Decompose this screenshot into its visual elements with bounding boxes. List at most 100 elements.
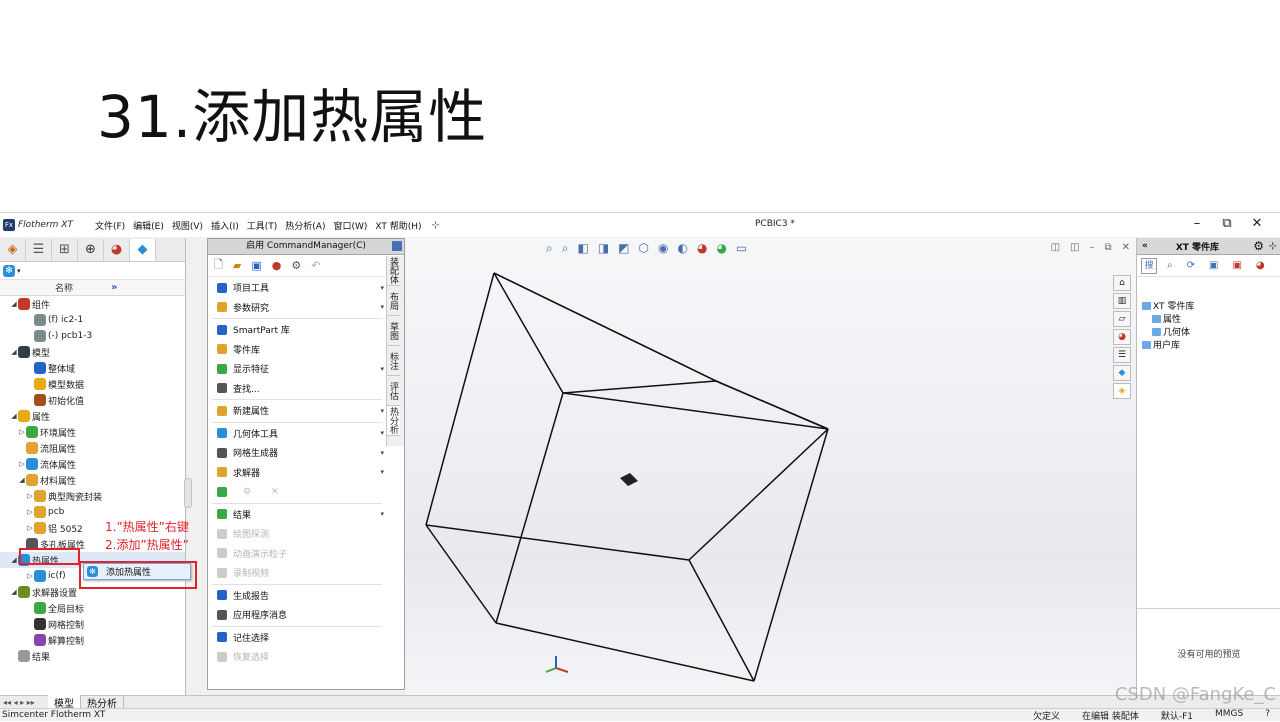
- library-search-icon[interactable]: ⌕: [1167, 260, 1173, 271]
- menu-thermal[interactable]: 热分析(A): [285, 219, 325, 232]
- command-item[interactable]: 网格生成器 ▾: [208, 443, 386, 463]
- command-item[interactable]: 新建属性 ▾: [208, 401, 386, 421]
- tree-row[interactable]: (f) ic2-1: [0, 312, 185, 328]
- library-refresh-icon[interactable]: ⟳: [1187, 260, 1195, 271]
- expand-toggle-icon[interactable]: ▷: [18, 460, 26, 468]
- dimxpert-tab-icon[interactable]: ⊕: [78, 238, 104, 261]
- library-add-icon[interactable]: ▣: [1209, 260, 1218, 271]
- undo-icon[interactable]: ↶: [311, 259, 320, 272]
- traffic-light-icon[interactable]: ●: [272, 259, 282, 272]
- library-settings-gear-icon[interactable]: ⚙: [1253, 239, 1264, 253]
- close-button[interactable]: ✕: [1242, 216, 1272, 231]
- command-item[interactable]: 查找...: [208, 379, 386, 399]
- tree-row[interactable]: 结果: [0, 648, 185, 664]
- tree-row[interactable]: ▷ 流体属性: [0, 456, 185, 472]
- command-item[interactable]: 参数研究 ▾: [208, 298, 386, 318]
- menu-edit[interactable]: 编辑(E): [133, 219, 164, 232]
- thermal-filter-icon[interactable]: ✻: [3, 264, 15, 277]
- pin-icon[interactable]: ⊹: [432, 220, 440, 231]
- property-manager-tab-icon[interactable]: ☰: [26, 238, 52, 261]
- command-item[interactable]: SmartPart 库: [208, 320, 386, 340]
- tree-row[interactable]: ▷ 环境属性: [0, 424, 185, 440]
- expand-toggle-icon[interactable]: ▷: [18, 428, 26, 436]
- design-library-icon[interactable]: ▥: [1113, 293, 1131, 309]
- tree-row[interactable]: 流阻属性: [0, 440, 185, 456]
- command-item[interactable]: 显示特征 ▾: [208, 359, 386, 379]
- tab-scroll-arrows[interactable]: ◂◂ ◂ ▸ ▸▸: [3, 698, 48, 707]
- custom-properties-icon[interactable]: ☰: [1113, 347, 1131, 363]
- tree-row[interactable]: 初始化值: [0, 392, 185, 408]
- expand-toggle-icon[interactable]: ▷: [26, 572, 34, 580]
- display-manager-tab-icon[interactable]: ◕: [104, 238, 130, 261]
- flotherm-library-icon[interactable]: ◆: [1113, 365, 1131, 381]
- library-tree-node[interactable]: 用户库: [1142, 338, 1280, 351]
- pin-icon[interactable]: [392, 241, 402, 251]
- flotherm-tab-icon[interactable]: ◆: [130, 238, 156, 261]
- view-palette-icon[interactable]: ◕: [1113, 329, 1131, 345]
- expand-toggle-icon[interactable]: ◢: [10, 348, 18, 356]
- panel-splitter-handle[interactable]: [184, 478, 192, 508]
- tree-row[interactable]: 网格控制: [0, 616, 185, 632]
- expand-columns-icon[interactable]: »: [111, 282, 117, 293]
- open-folder-icon[interactable]: ▰: [233, 259, 241, 272]
- library-tree-node[interactable]: 几何体: [1142, 325, 1280, 338]
- menu-help[interactable]: XT 帮助(H): [375, 219, 421, 232]
- restore-button[interactable]: ⧉: [1212, 216, 1242, 231]
- graphics-viewport[interactable]: ⌕ ⌕ ◧ ◨ ◩ ⬡ ◉ ◐ ◕ ◕ ▭ ◫ ◫ – ⧉ ✕: [406, 238, 1136, 696]
- library-tree-node[interactable]: XT 零件库: [1142, 299, 1280, 312]
- tree-row[interactable]: 解算控制: [0, 632, 185, 648]
- submenu-arrow-icon[interactable]: ▾: [380, 407, 384, 415]
- menu-file[interactable]: 文件(F): [95, 219, 125, 232]
- config-manager-tab-icon[interactable]: ⊞: [52, 238, 78, 261]
- tree-row[interactable]: 模型数据: [0, 376, 185, 392]
- library-search-button[interactable]: 搜: [1141, 257, 1157, 274]
- expand-toggle-icon[interactable]: ◢: [10, 300, 18, 308]
- solver-cancel-icon[interactable]: ✕: [271, 487, 279, 497]
- tree-row[interactable]: 整体域: [0, 360, 185, 376]
- feature-manager-tab-icon[interactable]: ◈: [0, 238, 26, 261]
- command-item[interactable]: 应用程序消息: [208, 605, 386, 625]
- collapse-panel-button[interactable]: «: [1142, 241, 1148, 251]
- command-item[interactable]: ⚙ ✕: [208, 482, 386, 502]
- submenu-arrow-icon[interactable]: ▾: [380, 429, 384, 437]
- library-tool-icon[interactable]: ▣: [1232, 260, 1241, 271]
- file-explorer-icon[interactable]: ▱: [1113, 311, 1131, 327]
- minimize-button[interactable]: –: [1182, 216, 1212, 231]
- context-menu-add-thermal-attribute[interactable]: ✻ 添加热属性: [83, 563, 191, 580]
- command-item[interactable]: 生成报告: [208, 586, 386, 606]
- save-icon[interactable]: ▣: [251, 259, 261, 272]
- submenu-arrow-icon[interactable]: ▾: [380, 365, 384, 373]
- command-vertical-tab[interactable]: 评估: [387, 376, 400, 406]
- new-document-icon[interactable]: 🗋: [214, 256, 223, 275]
- submenu-arrow-icon[interactable]: ▾: [380, 303, 384, 311]
- submenu-arrow-icon[interactable]: ▾: [380, 468, 384, 476]
- tree-row[interactable]: 全局目标: [0, 600, 185, 616]
- library-tree-node[interactable]: 属性: [1142, 312, 1280, 325]
- command-item[interactable]: 求解器 ▾: [208, 463, 386, 483]
- library-pin-icon[interactable]: ⊹: [1269, 241, 1277, 252]
- menu-view[interactable]: 视图(V): [172, 219, 203, 232]
- submenu-arrow-icon[interactable]: ▾: [380, 510, 384, 518]
- command-item[interactable]: 记住选择: [208, 628, 386, 648]
- menu-window[interactable]: 窗口(W): [333, 219, 367, 232]
- tree-row[interactable]: ◢ 模型: [0, 344, 185, 360]
- settings-gear-icon[interactable]: ⚙: [291, 259, 301, 272]
- command-vertical-tab[interactable]: 标注: [387, 346, 400, 376]
- menu-insert[interactable]: 插入(I): [211, 219, 239, 232]
- tree-row[interactable]: ◢ 属性: [0, 408, 185, 424]
- submenu-arrow-icon[interactable]: ▾: [380, 284, 384, 292]
- tree-row[interactable]: ◢ 组件: [0, 296, 185, 312]
- expand-toggle-icon[interactable]: ◢: [10, 588, 18, 596]
- command-vertical-tab[interactable]: 装配体: [387, 256, 400, 286]
- xt-library-tab-icon[interactable]: ◈: [1113, 383, 1131, 399]
- expand-toggle-icon[interactable]: ▷: [26, 508, 34, 516]
- home-resources-icon[interactable]: ⌂: [1113, 275, 1131, 291]
- command-vertical-tab[interactable]: 草图: [387, 316, 400, 346]
- tree-row[interactable]: ◢ 材料属性: [0, 472, 185, 488]
- expand-toggle-icon[interactable]: ◢: [10, 412, 18, 420]
- command-item[interactable]: 结果 ▾: [208, 505, 386, 525]
- filter-dropdown-icon[interactable]: ▾: [17, 267, 21, 275]
- tree-row[interactable]: (-) pcb1-3: [0, 328, 185, 344]
- component-ic-marker[interactable]: [620, 473, 638, 486]
- submenu-arrow-icon[interactable]: ▾: [380, 449, 384, 457]
